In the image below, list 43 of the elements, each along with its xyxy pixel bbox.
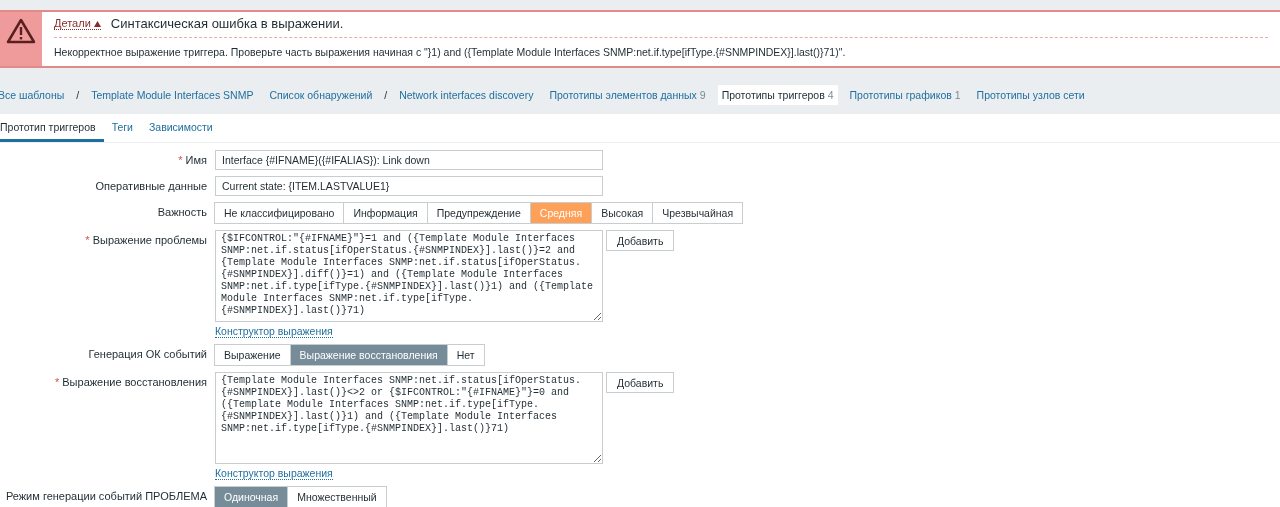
expression-builder-link[interactable]: Конструктор выражения — [215, 467, 333, 480]
error-text: Некорректное выражение триггера. Проверьте часть выражения начиная с "}1) and ({Template Module Interfaces SNMP:net.if.type[ifType.{#SNMPINDEX}].last()}71)". — [54, 45, 847, 60]
warning-icon — [6, 18, 36, 44]
breadcrumb-separator: / — [76, 89, 80, 101]
required-mark: * — [55, 376, 60, 388]
breadcrumb-link[interactable]: Template Module Interfaces SNMP — [87, 85, 258, 105]
option-button[interactable]: Предупреждение — [426, 202, 531, 224]
field-label: Режим генерации событий ПРОБЛЕМА — [5, 490, 207, 502]
tab[interactable]: Прототип триггеров — [0, 114, 104, 142]
text-field[interactable]: Current state: {ITEM.LASTVALUE1} — [215, 176, 603, 196]
expression-field[interactable]: {Template Module Interfaces SNMP:net.if.status[ifOperStatus.{#SNMPINDEX}].last()}<>2 or {$IFCONTROL:"{#IFNAME}"}=0 and ({Template Module Interfaces SNMP:net.if.type[ifType.{#SNMPINDEX}].last()}1) and ({Template Module Interfaces SNMP:net.if.type[ifType.{#SNMPINDEX}].last()}71) — [215, 372, 603, 464]
option-button[interactable]: Множественный — [287, 486, 387, 507]
option-button[interactable]: Нет — [446, 344, 485, 366]
tab[interactable]: Теги — [103, 114, 141, 142]
breadcrumb-link[interactable]: Network interfaces discovery — [395, 85, 538, 105]
field-label: Важность — [157, 206, 207, 218]
details-link[interactable]: Детали — [54, 17, 101, 30]
option-button[interactable]: Чрезвычайная — [652, 202, 744, 224]
required-mark: * — [178, 154, 183, 166]
field-label: Генерация ОК событий — [88, 348, 207, 360]
caret-icon — [93, 21, 101, 27]
option-button[interactable]: Высокая — [591, 202, 654, 224]
expression-builder-link[interactable]: Конструктор выражения — [215, 325, 333, 338]
required-mark: * — [85, 234, 90, 246]
breadcrumb-link[interactable]: Прототипы графиков 1 — [845, 85, 965, 105]
text-field[interactable]: Interface {#IFNAME}({#IFALIAS}): Link down — [215, 150, 603, 170]
breadcrumb-link[interactable]: Прототипы узлов сети — [972, 85, 1089, 105]
option-button[interactable]: Выражение — [214, 344, 291, 366]
breadcrumb-separator: / — [384, 89, 388, 101]
field-label: Выражение восстановления — [62, 376, 207, 388]
option-button[interactable]: Информация — [343, 202, 428, 224]
expression-field[interactable]: {$IFCONTROL:"{#IFNAME}"}=1 and ({Template Module Interfaces SNMP:net.if.status[ifOperStatus.{#SNMPINDEX}].last()}=2 and {Template Module Interfaces SNMP:net.if.status[ifOperStatus.{#SNMPINDEX}].diff()}=1) and ({Template Module Interfaces SNMP:net.if.type[ifType.{#SNMPINDEX}].last()}1) and ({Template Module Interfaces SNMP:net.if.type[ifType.{#SNMPINDEX}].last()}71) — [215, 230, 603, 322]
breadcrumb-link[interactable]: Прототипы элементов данных 9 — [545, 85, 710, 105]
breadcrumb-link[interactable]: Прототипы триггеров 4 — [717, 85, 838, 105]
field-label: Выражение проблемы — [92, 234, 207, 246]
breadcrumb-link[interactable]: Список обнаружений — [265, 85, 377, 105]
option-button[interactable]: Не классифицировано — [214, 202, 345, 224]
error-title: Синтаксическая ошибка в выражении. — [110, 16, 344, 31]
add-button[interactable]: Добавить — [606, 230, 675, 251]
field-label: Имя — [185, 154, 207, 166]
tab[interactable]: Зависимости — [141, 114, 221, 142]
field-label: Оперативные данные — [95, 180, 207, 192]
add-button[interactable]: Добавить — [606, 372, 675, 393]
